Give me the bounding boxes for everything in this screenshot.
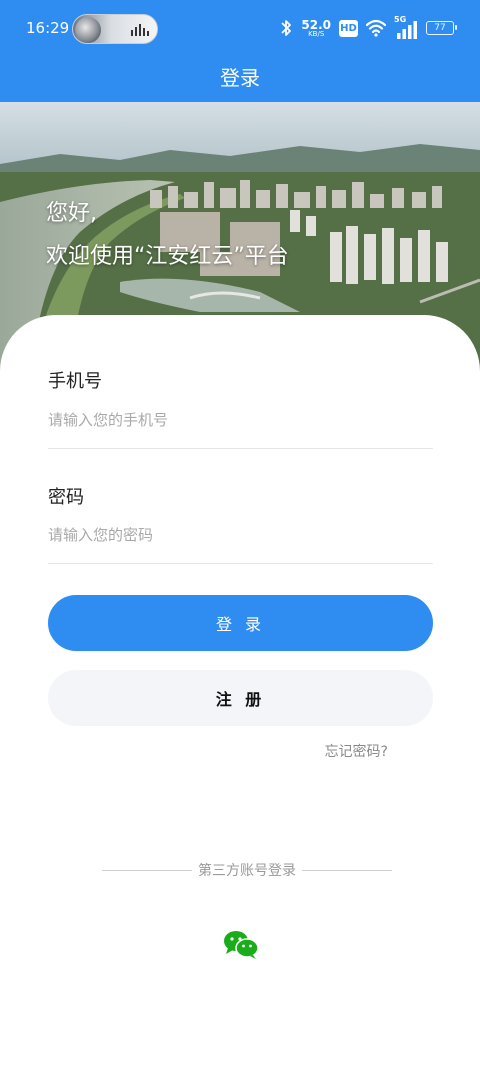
audio-bars-icon xyxy=(131,24,149,36)
login-card: 手机号 密码 登 录 注 册 忘记密码? 第三方账号登录 xyxy=(0,315,480,1073)
cellular-signal: 5G xyxy=(394,15,418,39)
divider-line-left xyxy=(102,869,192,871)
password-divider xyxy=(48,563,433,564)
divider-line-right xyxy=(302,869,392,871)
login-button[interactable]: 登 录 xyxy=(48,595,433,651)
status-time: 16:29 xyxy=(26,19,70,37)
nav-bar: 登录 xyxy=(0,58,480,102)
status-bar: 16:29 52.0 KB/S HD 5G 77 xyxy=(0,0,480,58)
status-icons: 52.0 KB/S HD 5G 77 xyxy=(279,15,457,41)
third-party-label: 第三方账号登录 xyxy=(198,863,296,879)
password-input[interactable] xyxy=(48,515,433,555)
network-speed-value: 52.0 xyxy=(301,17,331,32)
third-party-divider: 第三方账号登录 xyxy=(102,860,392,880)
phone-input[interactable] xyxy=(48,400,433,440)
music-pill[interactable] xyxy=(72,14,158,44)
register-button[interactable]: 注 册 xyxy=(48,670,433,726)
network-speed-unit: KB/S xyxy=(308,29,325,38)
battery-icon: 77 xyxy=(426,21,457,35)
forgot-password-link[interactable]: 忘记密码? xyxy=(325,741,388,761)
hd-badge: HD xyxy=(339,19,358,37)
hero-welcome-text: 欢迎使用“江安红云”平台 xyxy=(46,244,289,269)
phone-label: 手机号 xyxy=(48,371,102,392)
wechat-icon[interactable] xyxy=(223,930,259,960)
signal-icon xyxy=(397,21,417,39)
hero-greeting: 您好, xyxy=(46,201,97,226)
music-avatar-icon xyxy=(75,17,101,43)
password-label: 密码 xyxy=(48,487,84,508)
phone-divider xyxy=(48,448,433,449)
page-title: 登录 xyxy=(220,66,260,90)
network-speed: 52.0 KB/S xyxy=(301,19,331,38)
wifi-icon xyxy=(366,19,386,37)
bluetooth-icon xyxy=(281,20,292,36)
